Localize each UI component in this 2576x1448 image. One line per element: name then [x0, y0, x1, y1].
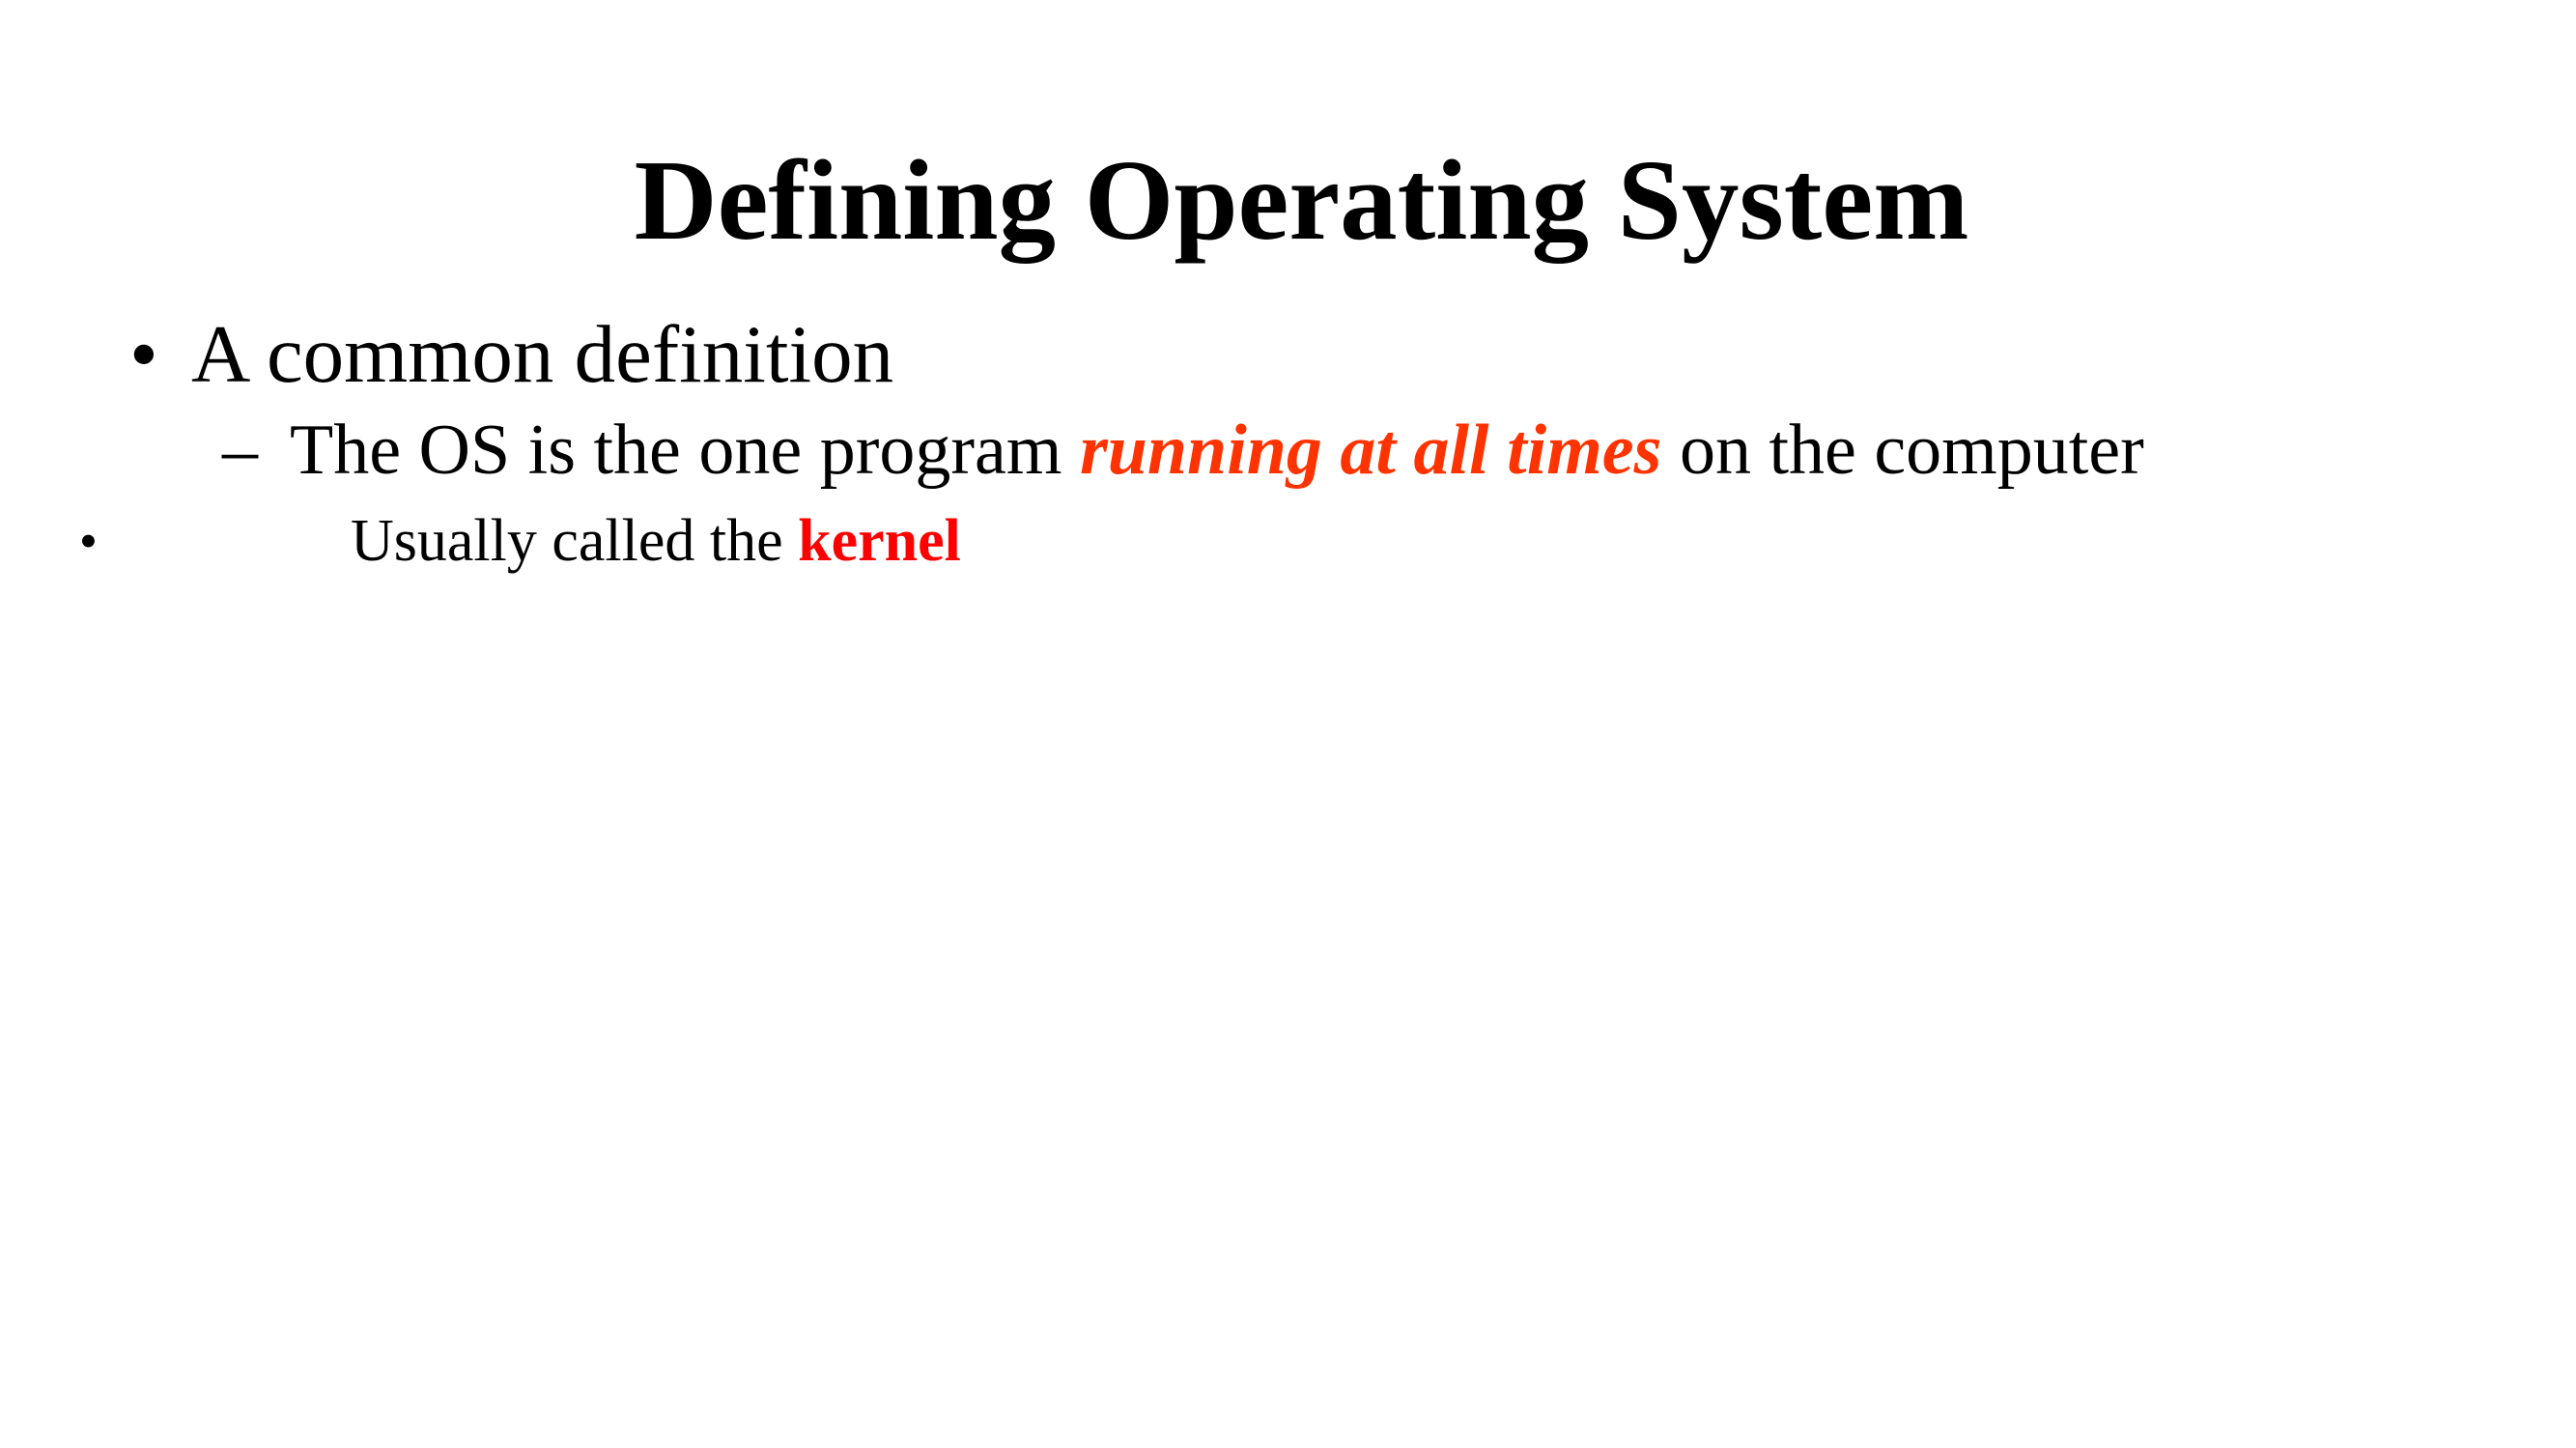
- kernel-bullet-prefix: Usually called the: [351, 508, 799, 574]
- bullet-text: A common definition: [191, 309, 894, 400]
- sub-bullet-os-running: – The OS is the one program running at al…: [222, 403, 2144, 497]
- bullet-marker-kernel: •: [79, 512, 98, 570]
- bullet-kernel: Usually called the kernel: [351, 500, 961, 582]
- sub-bullet-marker: –: [222, 411, 258, 490]
- bullet-common-definition: • A common definition: [129, 301, 893, 408]
- bullet-marker: •: [129, 309, 158, 400]
- emphasis-running-at-all-times: running at all times: [1079, 411, 1662, 490]
- slide-title: Defining Operating System: [634, 136, 1969, 264]
- sub-bullet-prefix: The OS is the one program: [290, 411, 1080, 490]
- sub-bullet-suffix: on the computer: [1661, 411, 2144, 490]
- slide: Defining Operating System • A common defi…: [0, 0, 2576, 1448]
- emphasis-kernel: kernel: [798, 508, 961, 574]
